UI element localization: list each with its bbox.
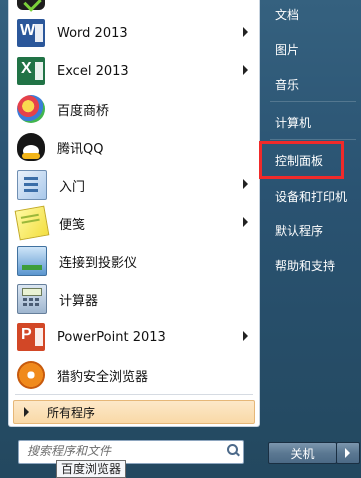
program-item-word[interactable]: Word 2013: [9, 14, 259, 52]
place-label: 图片: [275, 42, 300, 57]
search-icon[interactable]: [227, 444, 238, 455]
places-pane: 文档 图片 音乐 计算机 控制面板 设备和打印机 默认程序 帮助和支持: [262, 0, 361, 430]
excel-icon: [17, 57, 45, 85]
place-label: 计算机: [275, 115, 312, 130]
place-label: 帮助和支持: [275, 258, 336, 273]
divider: [270, 101, 356, 102]
place-label: 文档: [275, 7, 300, 22]
program-label: Word 2013: [57, 25, 128, 41]
tooltip: 百度浏览器: [56, 460, 127, 478]
calculator-icon: [17, 284, 47, 314]
program-label: 计算器: [59, 293, 99, 309]
program-label: 连接到投影仪: [59, 255, 138, 271]
program-item-excel[interactable]: Excel 2013: [9, 52, 259, 90]
submenu-arrow-icon[interactable]: [243, 179, 248, 189]
place-item-pictures[interactable]: 图片: [262, 35, 361, 63]
program-label: PowerPoint 2013: [57, 329, 166, 345]
program-label: Excel 2013: [57, 63, 129, 79]
program-label: 百度商桥: [57, 103, 110, 119]
program-item-liebao-browser[interactable]: 猎豹安全浏览器: [9, 356, 259, 394]
sticky-notes-icon: [14, 205, 50, 241]
search-input[interactable]: [19, 441, 223, 461]
search-box[interactable]: [18, 440, 244, 464]
all-programs-label: 所有程序: [47, 405, 96, 420]
program-item-getting-started[interactable]: 入门: [9, 166, 259, 204]
submenu-arrow-icon[interactable]: [243, 27, 248, 37]
liebao-browser-icon: [17, 361, 45, 389]
program-item-projector[interactable]: 连接到投影仪: [9, 242, 259, 280]
place-item-default-programs[interactable]: 默认程序: [262, 216, 361, 244]
place-label: 设备和打印机: [275, 189, 348, 204]
arrow-right-icon: [24, 407, 29, 417]
highlight-annotation-box: [259, 141, 344, 179]
place-item-computer[interactable]: 计算机: [262, 108, 361, 136]
pinned-app-icon-partial[interactable]: [17, 0, 45, 10]
program-item-baidu-shangqiao[interactable]: 百度商桥: [9, 90, 259, 128]
qq-icon: [17, 133, 45, 161]
place-item-music[interactable]: 音乐: [262, 70, 361, 98]
program-item-sticky-notes[interactable]: 便笺: [9, 204, 259, 242]
all-programs-button[interactable]: 所有程序: [13, 400, 255, 424]
divider: [270, 139, 356, 140]
shutdown-label: 关机: [290, 446, 315, 461]
place-item-help-support[interactable]: 帮助和支持: [262, 251, 361, 279]
programs-pane: Word 2013 Excel 2013 百度商桥 腾讯QQ 入门: [8, 0, 260, 427]
baidu-shangqiao-icon: [17, 95, 45, 123]
place-label: 默认程序: [275, 223, 324, 238]
word-icon: [17, 19, 45, 47]
place-item-devices-printers[interactable]: 设备和打印机: [262, 182, 361, 210]
program-item-qq[interactable]: 腾讯QQ: [9, 128, 259, 166]
submenu-arrow-icon[interactable]: [243, 217, 248, 227]
powerpoint-icon: [17, 323, 45, 351]
submenu-arrow-icon[interactable]: [243, 65, 248, 75]
program-label: 入门: [59, 179, 86, 195]
program-label: 便笺: [59, 217, 86, 233]
getting-started-icon: [17, 170, 47, 200]
program-label: 腾讯QQ: [57, 141, 104, 157]
start-menu: Word 2013 Excel 2013 百度商桥 腾讯QQ 入门: [0, 0, 361, 478]
place-item-documents[interactable]: 文档: [262, 0, 361, 28]
program-item-powerpoint[interactable]: PowerPoint 2013: [9, 318, 259, 356]
shutdown-options-arrow-icon[interactable]: [336, 442, 360, 464]
place-label: 音乐: [275, 77, 300, 92]
projector-icon: [17, 246, 47, 276]
program-item-calculator[interactable]: 计算器: [9, 280, 259, 318]
submenu-arrow-icon[interactable]: [243, 331, 248, 341]
program-label: 猎豹安全浏览器: [57, 369, 149, 385]
shutdown-button[interactable]: 关机: [268, 442, 337, 464]
program-list: Word 2013 Excel 2013 百度商桥 腾讯QQ 入门: [9, 14, 259, 394]
divider: [15, 394, 253, 395]
